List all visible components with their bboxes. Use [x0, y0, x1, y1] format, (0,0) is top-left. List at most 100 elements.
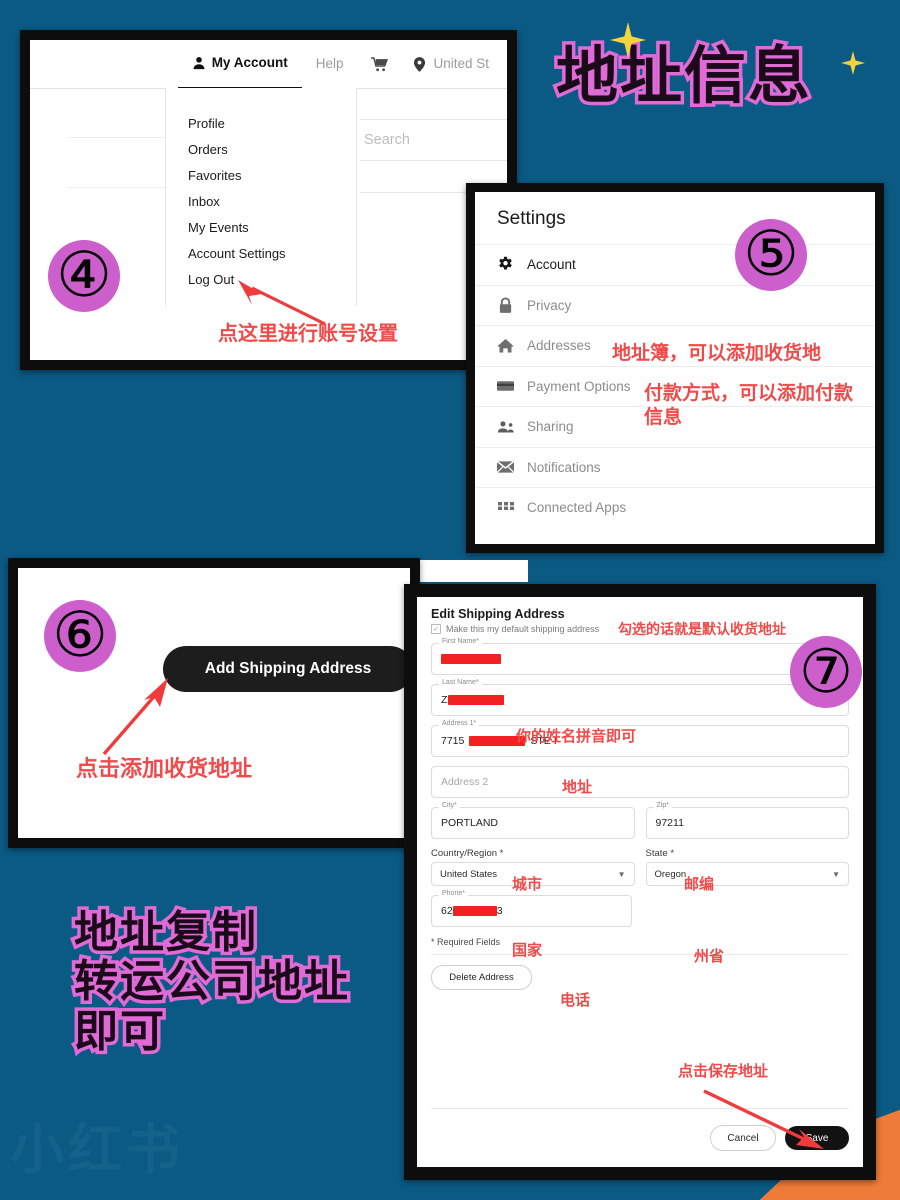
annotation-country: 国家: [512, 942, 543, 959]
annotation-addresses: 地址簿，可以添加收货地: [612, 343, 822, 364]
chevron-down-icon: ▼: [832, 869, 840, 879]
field-label-state: State *: [645, 848, 675, 859]
arrow-to-add-shipping-address: [102, 678, 168, 756]
annotation-address: 地址: [562, 779, 593, 796]
delete-address-button[interactable]: Delete Address: [431, 965, 532, 990]
field-label-zip: Zip*: [653, 802, 672, 809]
menu-item-my-events[interactable]: My Events: [166, 214, 356, 240]
settings-label-connected-apps: Connected Apps: [527, 500, 627, 516]
search-divider-top: [360, 88, 507, 120]
field-suffix-phone: 3: [496, 905, 503, 917]
add-shipping-address-button[interactable]: Add Shipping Address: [163, 646, 410, 692]
annotation-default-address: 勾选的话就是默认收货地址: [618, 621, 786, 637]
field-value-last-name: Z: [441, 694, 448, 706]
annotation-state: 州省: [694, 948, 725, 965]
settings-label-account: Account: [527, 257, 576, 273]
settings-row-connected-apps[interactable]: Connected Apps: [475, 487, 875, 528]
location-pin-icon: [413, 57, 427, 72]
menu-item-orders[interactable]: Orders: [166, 136, 356, 162]
field-label-last-name: Last Name*: [439, 679, 482, 686]
field-label-country: Country/Region *: [431, 848, 504, 859]
field-value-phone: 62: [441, 905, 453, 917]
grid-icon: [497, 499, 514, 516]
field-input-address1[interactable]: 7715 STE I: [431, 725, 849, 757]
field-label-address1: Address 1*: [439, 720, 480, 727]
nav-help-label: Help: [315, 56, 344, 71]
nav-country-label: United St: [433, 56, 489, 71]
settings-label-notifications: Notifications: [527, 459, 601, 475]
field-address1[interactable]: Address 1* 7715 STE I: [431, 720, 849, 757]
menu-item-account-settings[interactable]: Account Settings: [166, 240, 356, 266]
chevron-down-icon: ▼: [617, 869, 626, 879]
star-icon-2: [838, 48, 868, 78]
account-dropdown-menu: Profile Orders Favorites Inbox My Events…: [165, 88, 357, 306]
settings-row-notifications[interactable]: Notifications: [475, 446, 875, 488]
credit-card-icon: [497, 378, 514, 395]
annotation-save: 点击保存地址: [678, 1063, 769, 1080]
nav-my-account-label: My Account: [211, 54, 288, 70]
field-value-address1: 7715: [441, 735, 465, 747]
annotation-payment: 付款方式，可以添加付款 信息: [644, 383, 854, 428]
select-country-value: United States: [440, 868, 498, 880]
field-phone[interactable]: Phone* 62 3: [431, 890, 632, 927]
nav-cart[interactable]: [357, 40, 399, 88]
field-input-first-name[interactable]: [431, 643, 849, 675]
field-label-city: City*: [439, 802, 460, 809]
annotation-name: 你的姓名拼音即可: [516, 728, 637, 745]
menu-item-favorites[interactable]: Favorites: [166, 162, 356, 188]
annotation-city: 城市: [512, 876, 543, 893]
cart-icon: [371, 57, 389, 72]
field-input-phone[interactable]: 62 3: [431, 895, 632, 927]
star-icon-1: [606, 18, 650, 62]
envelope-icon: [497, 459, 514, 476]
field-input-city[interactable]: PORTLAND: [431, 807, 635, 839]
annotation-zip: 邮编: [684, 876, 715, 893]
default-address-label: Make this my default shipping address: [446, 624, 600, 634]
top-navigation-bar: My Account Help United St: [30, 40, 507, 90]
nav-help[interactable]: Help: [302, 40, 358, 88]
checkbox-icon[interactable]: ✓: [431, 624, 441, 634]
panel-settings: Settings Account Privacy Addresses Payme…: [466, 183, 884, 553]
form-heading: Edit Shipping Address: [431, 607, 565, 621]
bottom-left-title: 地址复制 转运公司地址 即可: [71, 905, 352, 1060]
row-city-zip: City* PORTLAND Zip* 97211: [431, 802, 849, 839]
field-input-zip[interactable]: 97211: [645, 807, 849, 839]
field-last-name[interactable]: Last Name* Z: [431, 679, 849, 716]
redaction-bar: [448, 695, 505, 705]
nav-my-account[interactable]: My Account: [177, 40, 302, 90]
redaction-bar: [441, 654, 501, 664]
search-input[interactable]: Search: [360, 120, 507, 161]
settings-label-payment-options: Payment Options: [527, 378, 631, 394]
field-label-first-name: First Name*: [439, 638, 482, 645]
field-input-address2[interactable]: Address 2: [431, 766, 849, 798]
person-icon: [192, 56, 206, 70]
field-city[interactable]: City* PORTLAND: [431, 802, 635, 839]
watermark: 小红书: [10, 1105, 184, 1184]
step-badge-4: ④: [48, 240, 120, 312]
settings-label-privacy: Privacy: [527, 297, 572, 313]
menu-item-inbox[interactable]: Inbox: [166, 188, 356, 214]
menu-item-profile[interactable]: Profile: [166, 110, 356, 136]
field-input-last-name[interactable]: Z: [431, 684, 849, 716]
settings-row-account[interactable]: Account: [475, 244, 875, 285]
annotation-account-settings: 点这里进行账号设置: [218, 323, 398, 345]
field-state[interactable]: State * Oregon ▼: [645, 848, 849, 886]
home-icon: [497, 337, 514, 354]
step-badge-6: ⑥: [44, 600, 116, 672]
field-first-name[interactable]: First Name*: [431, 638, 849, 675]
settings-title: Settings: [497, 208, 566, 229]
nav-country-selector[interactable]: United St: [399, 40, 503, 88]
annotation-phone: 电话: [560, 992, 591, 1009]
form-divider: [431, 954, 849, 955]
field-label-phone: Phone*: [439, 890, 468, 897]
field-address2[interactable]: Address 2: [431, 766, 849, 798]
annotation-add-shipping-address: 点击添加收货地址: [76, 756, 253, 781]
arrow-to-account-settings: [238, 280, 326, 326]
gear-icon: [497, 256, 514, 273]
settings-label-addresses: Addresses: [527, 338, 591, 354]
people-icon: [497, 418, 514, 435]
field-zip[interactable]: Zip* 97211: [645, 802, 849, 839]
select-state[interactable]: Oregon ▼: [645, 862, 849, 886]
step-badge-7: ⑦: [790, 636, 862, 708]
settings-row-privacy[interactable]: Privacy: [475, 284, 875, 326]
